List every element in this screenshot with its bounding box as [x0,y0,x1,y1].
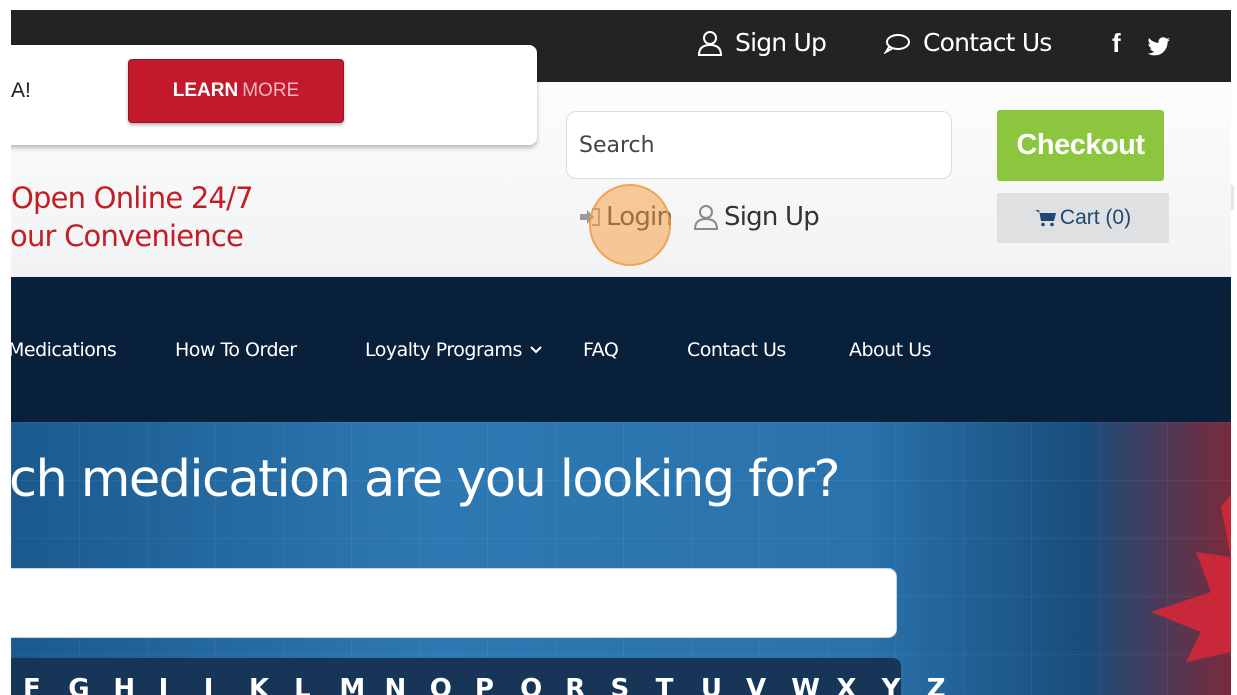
hero-title: ch medication are you looking for? [11,450,841,509]
browser-viewport: Sign Up Contact Us f A! LEARN MORE Open … [11,10,1231,695]
user-icon [694,205,718,230]
nav-item-how-to-order[interactable]: How To Order [175,339,297,361]
letter-j[interactable]: J [204,674,249,695]
letter-g[interactable]: G [68,674,113,695]
cart-button[interactable]: Cart (0) [997,193,1169,243]
search-input[interactable] [566,111,952,179]
letter-w[interactable]: W [791,674,836,695]
login-link[interactable]: Login [578,202,673,232]
letter-v[interactable]: V [746,674,791,695]
main-nav: Medications How To Order Loyalty Program… [11,277,1231,422]
letter-h[interactable]: H [113,674,158,695]
letter-y[interactable]: Y [882,674,927,695]
promo-text: A! [11,79,31,102]
letter-f[interactable]: F [23,674,68,695]
nav-item-loyalty-label: Loyalty Programs [365,339,522,361]
tagline-line-1: Open Online 24/7 [11,181,254,215]
letter-k[interactable]: K [249,674,294,695]
nav-item-contact-us[interactable]: Contact Us [687,339,786,361]
cart-label: Cart (0) [1059,206,1132,229]
letter-o[interactable]: O [430,674,475,695]
facebook-icon[interactable]: f [1112,28,1121,59]
alphabet-letters: F G H I J K L M N O P Q R S T U V W X Y … [23,674,972,695]
letter-x[interactable]: X [836,674,881,695]
letter-q[interactable]: Q [520,674,565,695]
letter-p[interactable]: P [475,674,520,695]
medication-search-input[interactable] [11,568,897,638]
signup-link[interactable]: Sign Up [694,202,820,232]
login-label: Login [606,202,673,232]
learn-more-bold: LEARN [172,80,239,101]
topbar-contact-link[interactable]: Contact Us [883,28,1052,57]
letter-u[interactable]: U [701,674,746,695]
learn-more-button[interactable]: LEARN MORE [128,59,344,123]
maple-leaf-graphic [1151,494,1231,662]
twitter-icon[interactable] [1147,37,1171,57]
chat-bubble-icon [883,33,910,54]
chevron-down-icon [530,346,542,354]
promo-banner: A! LEARN MORE [11,45,537,145]
letter-s[interactable]: S [610,674,655,695]
scrollbar-thumb[interactable] [1231,185,1234,210]
hero-search-section: ch medication are you looking for? F G H… [11,422,1231,695]
letter-r[interactable]: R [565,674,610,695]
letter-n[interactable]: N [385,674,430,695]
topbar-signup-label: Sign Up [735,28,827,57]
user-icon [697,30,723,56]
letter-z[interactable]: Z [927,674,972,695]
nav-item-about-us[interactable]: About Us [849,339,932,361]
learn-more-light: MORE [242,80,300,101]
letter-i[interactable]: I [159,674,204,695]
nav-item-faq[interactable]: FAQ [583,339,619,361]
tagline-line-2: our Convenience [11,219,244,253]
nav-item-medications[interactable]: Medications [11,339,117,361]
sign-in-icon [580,208,600,226]
letter-t[interactable]: T [656,674,701,695]
nav-item-loyalty-programs[interactable]: Loyalty Programs [365,339,542,361]
letter-m[interactable]: M [339,674,384,695]
topbar-signup-link[interactable]: Sign Up [697,28,827,57]
topbar-contact-label: Contact Us [923,28,1052,57]
letter-l[interactable]: L [294,674,339,695]
cart-icon [1034,210,1056,227]
site-header: A! LEARN MORE Open Online 24/7 our Conve… [11,45,1231,277]
signup-label: Sign Up [724,202,820,232]
checkout-button[interactable]: Checkout [997,110,1164,181]
